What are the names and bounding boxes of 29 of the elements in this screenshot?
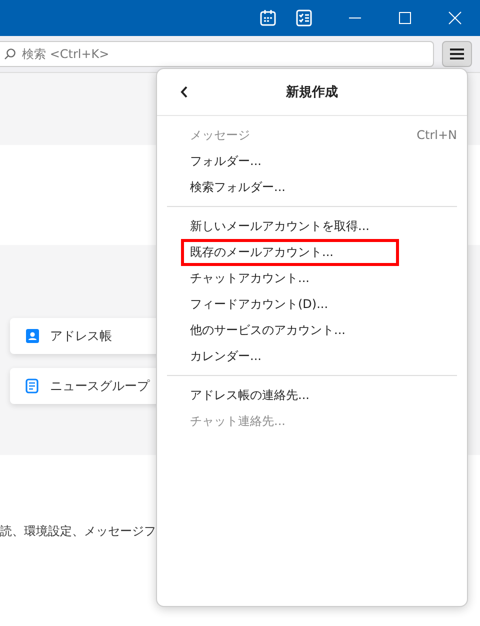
menu-item-label: フォルダー... (189, 152, 262, 170)
menu-item[interactable]: チャットアカウント... (157, 265, 467, 291)
menu-item-label: カレンダー... (189, 348, 262, 364)
menu-item[interactable]: フィードアカウント(D)... (157, 291, 467, 317)
menu-item-label: チャット連絡先... (189, 412, 286, 430)
menu-item-label: 検索フォルダー... (189, 178, 286, 196)
search-icon (4, 48, 16, 60)
menu-item-label: フィードアカウント(D)... (189, 296, 330, 312)
menu-item-label: チャットアカウント... (189, 270, 310, 286)
search-field[interactable]: 検索 <Ctrl+K> (0, 41, 434, 67)
menu-title: 新規作成 (286, 84, 338, 101)
menu-icon (450, 48, 464, 60)
menu-item-label: 新しいメールアカウントを取得... (189, 218, 370, 234)
description-text: 読、環境設定、メッセージフ (0, 523, 157, 540)
menu-item[interactable]: 既存のメールアカウント... (157, 239, 467, 265)
document-icon (24, 378, 40, 394)
menu-item[interactable]: 検索フォルダー... (157, 174, 467, 200)
menu-button[interactable] (442, 41, 472, 67)
menu-item-label: メッセージ (189, 126, 251, 144)
menu-item[interactable]: フォルダー... (157, 148, 467, 174)
chevron-left-icon (180, 86, 188, 98)
menu-item-label: アドレス帳の連絡先... (189, 386, 310, 404)
address-book-icon (24, 328, 40, 344)
menu-item[interactable]: 新しいメールアカウントを取得... (157, 213, 467, 239)
menu-item-label: 他のサービスのアカウント... (189, 322, 346, 338)
highlight-frame: 既存のメールアカウント... (181, 238, 399, 266)
maximize-icon (399, 12, 411, 24)
close-icon (448, 11, 462, 25)
minimize-icon (349, 17, 361, 19)
